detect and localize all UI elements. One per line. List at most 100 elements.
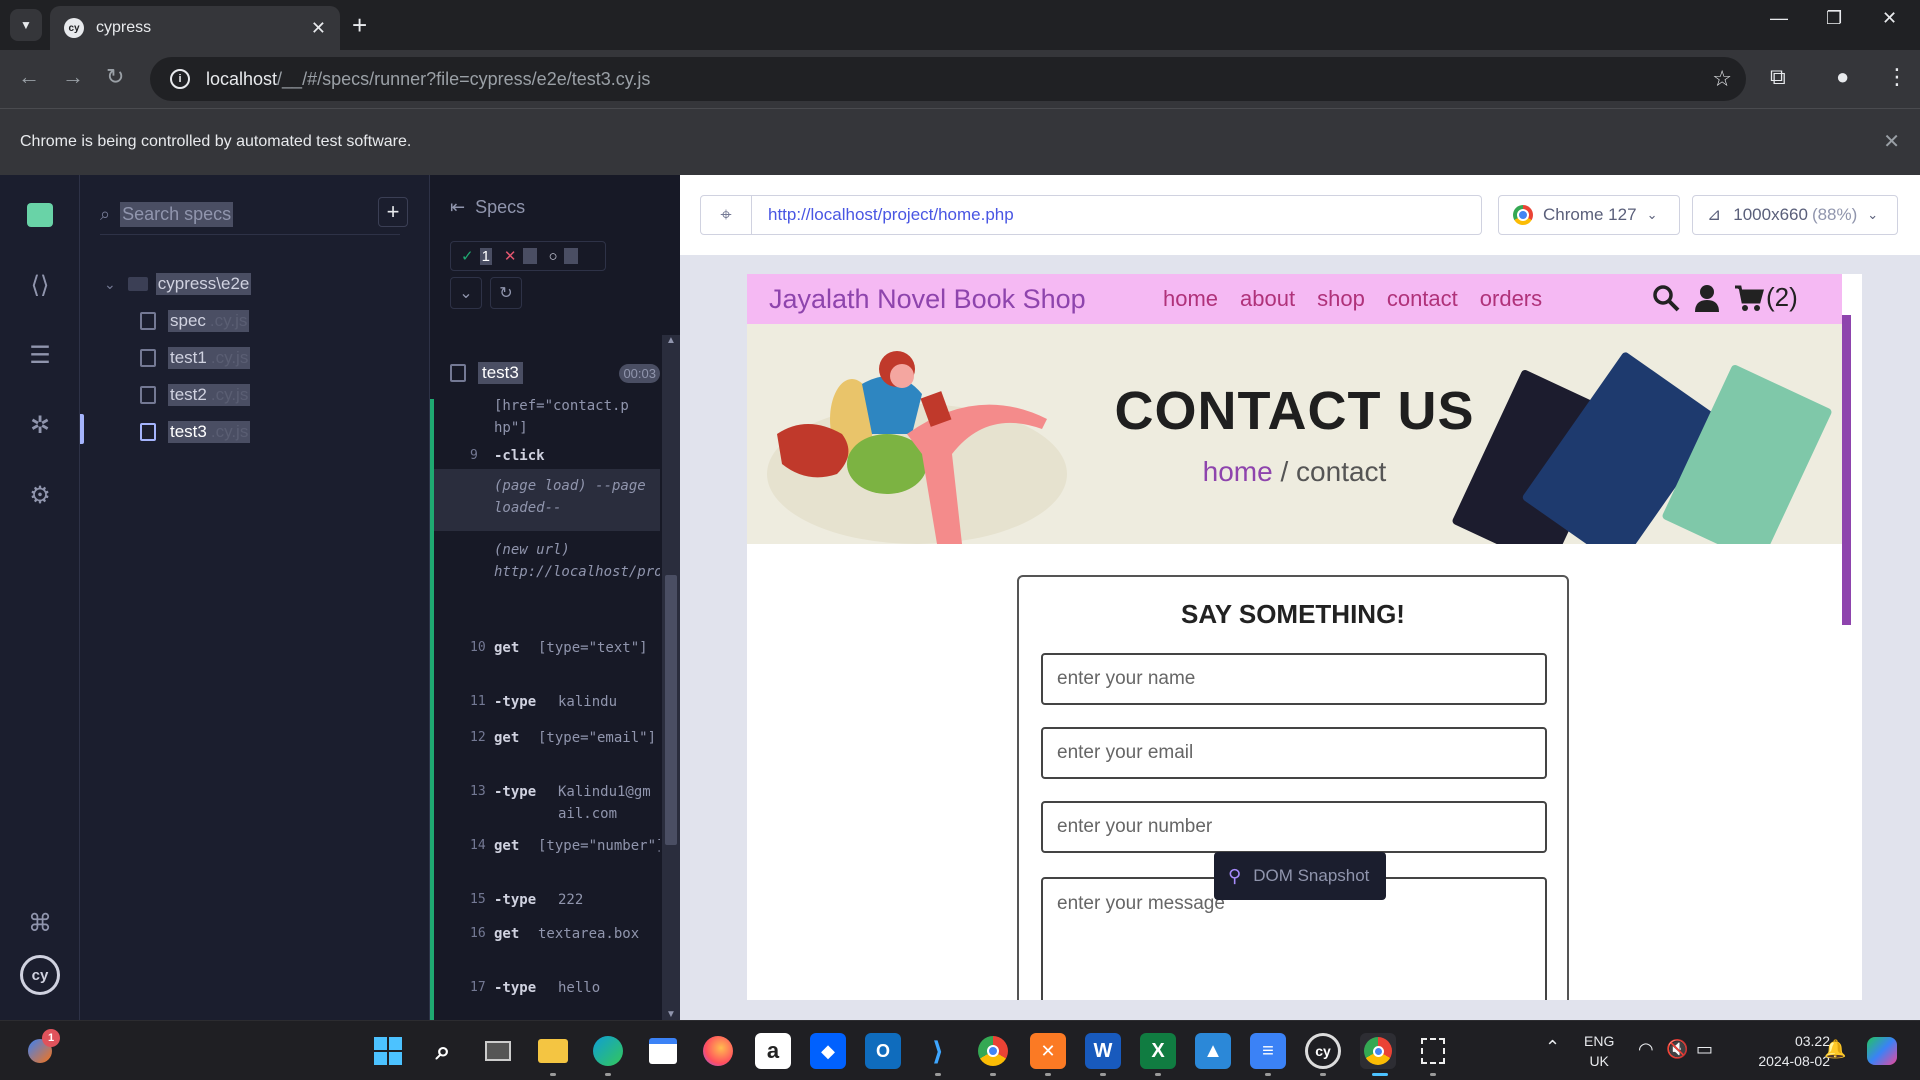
volume-muted-icon[interactable]: 🔇 — [1666, 1039, 1688, 1059]
browser-tab-cypress[interactable]: cy cypress ✕ — [50, 6, 340, 50]
edge-browser-icon[interactable] — [590, 1033, 626, 1069]
forward-arrow-icon[interactable]: → — [62, 64, 84, 90]
command-log-reporter: ⇤ Specs ✓ 1 ✕ ○ ⌄ ↻ test3 00:03 [href="c… — [430, 175, 680, 1020]
running-indicator — [990, 1073, 996, 1076]
aut-url-bar[interactable]: http://localhost/project/home.php — [752, 195, 1482, 235]
show-hidden-icons-icon[interactable]: ⌃ — [1545, 1037, 1560, 1057]
close-tab-icon[interactable]: ✕ — [311, 18, 326, 39]
command-log-scrollbar[interactable]: ▲ ▼ — [662, 335, 680, 1020]
specs-nav-icon[interactable]: ⟨⟩ — [22, 267, 58, 303]
reload-icon[interactable]: ↻ — [106, 64, 124, 90]
extensions-puzzle-icon[interactable]: ⧉ — [1770, 64, 1786, 90]
nav-about[interactable]: about — [1240, 286, 1295, 312]
tab-search-button[interactable]: ▼ — [10, 9, 42, 41]
snipping-tool-icon[interactable] — [1415, 1033, 1451, 1069]
spec-file-test1[interactable]: test1 .cy.js — [140, 347, 251, 369]
photos-icon[interactable]: ▲ — [1195, 1033, 1231, 1069]
new-tab-icon[interactable]: + — [352, 10, 367, 41]
profile-icon[interactable]: ● — [1836, 64, 1849, 90]
copilot-notification-icon[interactable]: 1 — [22, 1029, 60, 1069]
spec-file-spec[interactable]: spec .cy.js — [140, 310, 250, 332]
battery-icon[interactable]: ▭ — [1696, 1039, 1713, 1059]
close-window-icon[interactable]: ✕ — [1882, 8, 1897, 29]
scroll-up-icon[interactable]: ▲ — [666, 335, 676, 346]
site-logo[interactable]: Jayalath Novel Book Shop — [769, 284, 1086, 315]
dom-snapshot-label: DOM Snapshot — [1253, 866, 1370, 885]
chrome-icon[interactable] — [975, 1033, 1011, 1069]
project-logo-icon[interactable] — [22, 197, 58, 233]
xampp-icon[interactable]: ✕ — [1030, 1033, 1066, 1069]
dropbox-icon[interactable]: ◆ — [810, 1033, 846, 1069]
debug-bug-icon[interactable]: ✲ — [22, 407, 58, 443]
viewport-select[interactable]: ⊿ 1000x660 (88%) ⌄ — [1692, 195, 1898, 235]
selector-playground-crosshair-icon[interactable]: ⌖ — [700, 195, 752, 235]
nav-contact[interactable]: contact — [1387, 286, 1458, 312]
spec-search-bar[interactable]: ⌕ Search specs — [100, 195, 400, 235]
file-explorer-icon[interactable] — [535, 1033, 571, 1069]
crumb-current: contact — [1296, 456, 1387, 487]
runs-nav-icon[interactable]: ☰ — [22, 337, 58, 373]
clock[interactable]: 03.22 2024-08-02 — [1730, 1031, 1830, 1071]
cart-link[interactable]: (2) — [1734, 282, 1798, 313]
excel-icon[interactable]: X — [1140, 1033, 1176, 1069]
amazon-icon[interactable]: a — [755, 1033, 791, 1069]
expand-all-button[interactable]: ⌄ — [450, 277, 482, 309]
search-icon[interactable]: ⌕ — [425, 1033, 461, 1069]
name-input[interactable]: enter your name — [1041, 653, 1547, 705]
vscode-icon[interactable]: ⟩ — [920, 1033, 956, 1069]
command-event-row[interactable]: (page load) --page loaded-- — [434, 469, 660, 531]
language-indicator[interactable]: ENG UK — [1584, 1031, 1614, 1071]
close-infobar-icon[interactable]: ✕ — [1883, 129, 1900, 154]
microsoft-store-icon[interactable] — [645, 1033, 681, 1069]
site-header-icons: (2) — [1652, 282, 1798, 313]
wifi-icon[interactable]: ◠ — [1638, 1039, 1654, 1059]
nav-orders[interactable]: orders — [1480, 286, 1542, 312]
chevron-down-icon: ▼ — [20, 18, 32, 32]
email-input[interactable]: enter your email — [1041, 727, 1547, 779]
chrome-menu-icon[interactable]: ⋮ — [1886, 64, 1908, 90]
settings-gear-icon[interactable]: ⚙ — [22, 477, 58, 513]
address-bar[interactable]: i localhost/__/#/specs/runner?file=cypre… — [150, 57, 1746, 101]
folder-cypress-e2e[interactable]: ⌄ cypress\e2e — [104, 273, 252, 295]
nav-shop[interactable]: shop — [1317, 286, 1365, 312]
search-icon[interactable] — [1652, 284, 1680, 312]
back-arrow-icon[interactable]: ← — [18, 64, 40, 90]
spec-file-test3[interactable]: test3 .cy.js — [140, 421, 251, 443]
spec-duration: 00:03 — [619, 363, 660, 383]
spec-file-test2[interactable]: test2 .cy.js — [140, 384, 251, 406]
specs-header[interactable]: ⇤ Specs — [450, 197, 525, 218]
notification-bell-icon[interactable]: 🔔 — [1824, 1039, 1846, 1059]
scrollbar-thumb[interactable] — [665, 575, 677, 845]
chevron-down-icon: ⌄ — [1646, 207, 1658, 222]
chrome-active-icon[interactable] — [1360, 1033, 1396, 1069]
user-icon[interactable] — [1694, 284, 1720, 312]
cypress-sidebar-nav: ⟨⟩ ☰ ✲ ⚙ ⌘ cy — [0, 175, 80, 1020]
keyboard-shortcuts-icon[interactable]: ⌘ — [22, 905, 58, 941]
new-spec-button[interactable]: + — [378, 197, 408, 227]
passed-check-icon: ✓ — [461, 248, 474, 265]
cypress-cy-logo-icon: cy — [20, 955, 60, 995]
viewport-scale: (88%) — [1811, 205, 1858, 224]
word-icon[interactable]: W — [1085, 1033, 1121, 1069]
task-view-icon[interactable] — [480, 1033, 516, 1069]
copilot-icon[interactable] — [1864, 1033, 1900, 1069]
nav-home[interactable]: home — [1163, 286, 1218, 312]
scroll-down-icon[interactable]: ▼ — [666, 1009, 676, 1020]
cart-count: (2) — [1766, 282, 1798, 312]
restore-window-icon[interactable]: ❐ — [1826, 8, 1842, 29]
number-input[interactable]: enter your number — [1041, 801, 1547, 853]
outlook-icon[interactable]: O — [865, 1033, 901, 1069]
site-info-icon[interactable]: i — [170, 69, 190, 89]
browser-select[interactable]: Chrome 127 ⌄ — [1498, 195, 1680, 235]
windows-start-icon[interactable] — [370, 1033, 406, 1069]
bookmark-star-icon[interactable]: ☆ — [1712, 66, 1732, 92]
cypress-app-icon[interactable]: cy — [1305, 1033, 1341, 1069]
minimize-window-icon[interactable]: — — [1770, 8, 1788, 29]
automation-infobar: Chrome is being controlled by automated … — [0, 108, 1920, 175]
rerun-button[interactable]: ↻ — [490, 277, 522, 309]
notepad-icon[interactable]: ≡ — [1250, 1033, 1286, 1069]
running-indicator — [1320, 1073, 1326, 1076]
crumb-home-link[interactable]: home — [1203, 456, 1273, 487]
firefox-icon[interactable] — [700, 1033, 736, 1069]
search-specs-input[interactable]: Search specs — [120, 202, 234, 227]
